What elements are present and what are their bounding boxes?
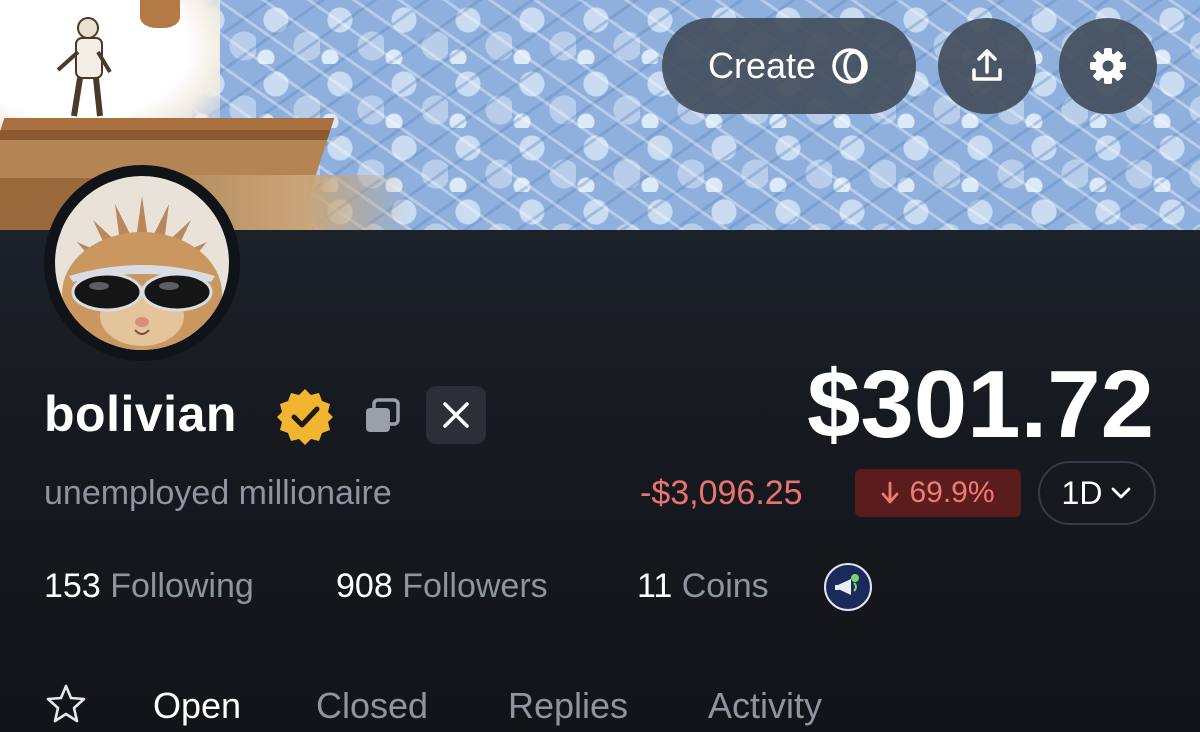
- profile-bio: unemployed millionaire: [44, 474, 392, 512]
- followers-count: 908: [336, 567, 393, 605]
- tab-open[interactable]: Open: [153, 682, 241, 730]
- pnl-percent: 69.9%: [909, 476, 995, 509]
- followers-label: Followers: [402, 567, 548, 605]
- time-range-select[interactable]: 1D: [1038, 461, 1156, 525]
- megaphone-badge-icon[interactable]: [824, 563, 872, 611]
- banner-figure: [56, 17, 112, 117]
- following-label: Following: [110, 567, 254, 605]
- create-button[interactable]: Create: [662, 18, 916, 114]
- username: bolivian: [44, 386, 237, 442]
- coins-count: 11: [637, 567, 673, 605]
- create-coin-icon: [832, 48, 868, 84]
- tab-activity[interactable]: Activity: [708, 682, 822, 730]
- gear-icon: [1090, 48, 1126, 84]
- avatar[interactable]: [44, 165, 240, 361]
- tab-replies[interactable]: Replies: [508, 682, 628, 730]
- share-upload-icon: [972, 49, 1002, 81]
- x-logo-icon: [443, 402, 469, 428]
- pnl-change: -$3,096.25: [640, 474, 803, 512]
- following-count: 153: [44, 567, 101, 605]
- coins-stat[interactable]: 11 Coins: [637, 564, 769, 608]
- settings-button[interactable]: [1059, 18, 1157, 114]
- tab-closed[interactable]: Closed: [316, 682, 428, 730]
- chevron-down-icon: [1112, 487, 1131, 499]
- share-button[interactable]: [938, 18, 1036, 114]
- x-social-link[interactable]: [426, 386, 486, 444]
- create-label: Create: [707, 45, 817, 86]
- verified-badge-icon: [277, 389, 333, 445]
- followers-stat[interactable]: 908 Followers: [336, 564, 548, 608]
- coins-label: Coins: [681, 567, 769, 605]
- avatar-image: [55, 176, 229, 350]
- star-icon[interactable]: [44, 682, 88, 726]
- banner-detail: [140, 0, 180, 28]
- copy-icon[interactable]: [362, 396, 402, 436]
- portfolio-balance: $301.72: [806, 351, 1154, 458]
- pnl-percent-badge: 69.9%: [855, 469, 1021, 517]
- arrow-down-icon: [882, 481, 899, 504]
- time-range-value: 1D: [1061, 474, 1103, 511]
- profile-page: Create bolivian unemployed millionaire $…: [0, 0, 1200, 732]
- following-stat[interactable]: 153 Following: [44, 564, 254, 608]
